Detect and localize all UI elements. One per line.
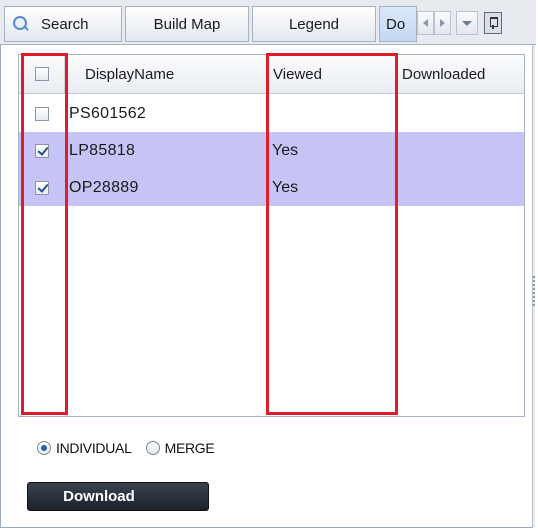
row-checkbox-cell	[19, 95, 65, 132]
tab-bar: Search Build Map Legend Do	[0, 0, 536, 45]
select-all-cell	[19, 55, 65, 93]
row-displayname: PS601562	[69, 104, 147, 122]
pin-button[interactable]	[484, 12, 502, 34]
tab-build-map-label: Build Map	[153, 15, 221, 33]
row-checkbox-cell	[19, 169, 65, 206]
splitter-grip-icon	[533, 276, 535, 306]
download-mode-options: INDIVIDUAL MERGE	[37, 438, 215, 458]
merge-radio[interactable]	[145, 441, 160, 455]
tab-scroll-right-button[interactable]	[434, 11, 451, 35]
row-checkbox-cell	[19, 132, 65, 169]
row-downloaded	[396, 95, 524, 132]
column-header-viewed[interactable]: Viewed	[267, 55, 396, 93]
tab-build-map[interactable]: Build Map	[125, 6, 249, 42]
tab-download[interactable]: Do	[379, 6, 417, 42]
chevron-right-icon	[440, 19, 445, 27]
row-checkbox[interactable]	[35, 106, 49, 121]
select-all-checkbox[interactable]	[34, 67, 49, 81]
row-downloaded	[396, 132, 524, 169]
download-button[interactable]: Download	[27, 482, 209, 511]
grid-header: DisplayName Viewed Downloaded	[19, 55, 524, 94]
tab-list-dropdown-button[interactable]	[456, 11, 478, 35]
pin-icon	[488, 17, 498, 29]
row-checkbox[interactable]	[35, 180, 49, 195]
row-viewed: Yes	[272, 178, 299, 196]
row-viewed	[272, 95, 396, 132]
results-grid: DisplayName Viewed Downloaded PS601562 L…	[18, 54, 525, 417]
table-row[interactable]: PS601562	[19, 95, 524, 132]
column-header-downloaded[interactable]: Downloaded	[396, 55, 524, 93]
tab-search-label: Search	[41, 15, 89, 33]
tab-download-label: Do	[386, 15, 406, 33]
row-displayname: LP85818	[69, 141, 136, 159]
row-displayname: OP28889	[69, 178, 139, 196]
merge-label[interactable]: MERGE	[165, 440, 215, 456]
download-panel: Search Build Map Legend Do DisplayName V…	[0, 0, 538, 528]
tab-legend[interactable]: Legend	[252, 6, 376, 42]
tab-search[interactable]: Search	[4, 6, 122, 42]
individual-radio[interactable]	[37, 441, 51, 455]
row-checkbox[interactable]	[35, 143, 49, 158]
column-header-displayname[interactable]: DisplayName	[65, 55, 267, 93]
table-row[interactable]: LP85818 Yes	[19, 132, 524, 169]
table-row[interactable]: OP28889 Yes	[19, 169, 524, 206]
tab-legend-label: Legend	[288, 15, 340, 33]
individual-label[interactable]: INDIVIDUAL	[56, 440, 132, 456]
chevron-down-icon	[462, 20, 472, 26]
row-viewed: Yes	[272, 141, 299, 159]
chevron-left-icon	[423, 19, 428, 27]
tab-scroll-left-button[interactable]	[417, 11, 434, 35]
row-downloaded	[396, 169, 524, 206]
search-icon	[13, 16, 29, 32]
